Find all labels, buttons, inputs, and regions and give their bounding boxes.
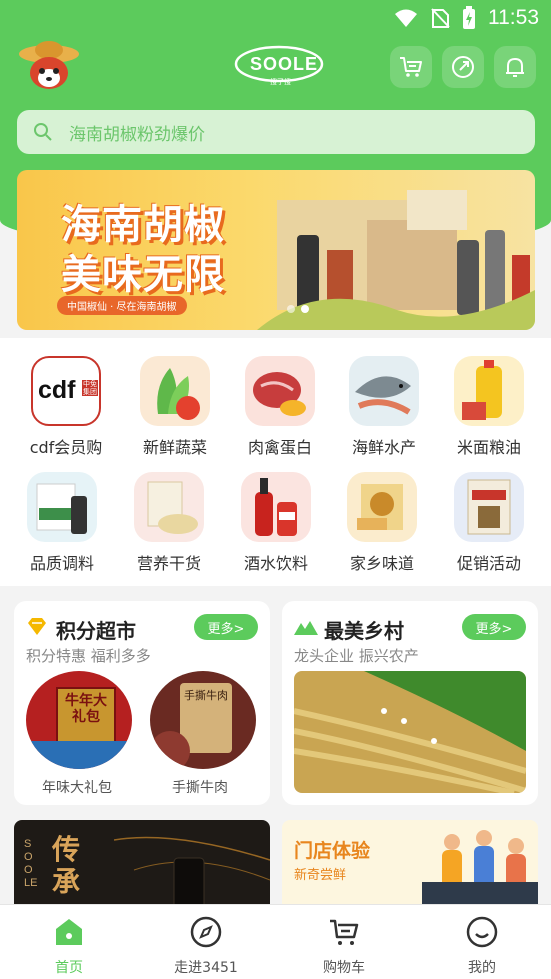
tab-label: 我的 (468, 960, 496, 976)
category-label: cdf会员购 (29, 438, 103, 457)
category-label: 肉禽蛋白 (247, 438, 312, 457)
vegetables-icon (140, 356, 210, 426)
village-title: 最美乡村 (324, 619, 404, 643)
diamond-icon (28, 618, 46, 635)
tab-home[interactable]: 首页 (19, 915, 119, 977)
promotion-icon (454, 472, 524, 542)
cdf-badge-text: 中免集团 (82, 380, 98, 396)
category-label: 米面粮油 (456, 438, 521, 457)
category-dry-goods[interactable]: 营养干货 (117, 472, 221, 574)
search-placeholder: 海南胡椒粉劲爆价 (69, 124, 205, 145)
banner-title-line2: 美味无限 (61, 252, 225, 298)
tab-label: 走进3451 (174, 960, 238, 976)
village-card[interactable]: 最美乡村 更多> 龙头企业 振兴农产 (282, 601, 538, 805)
category-label: 酒水饮料 (243, 554, 308, 573)
tab-label: 购物车 (323, 960, 365, 976)
category-label: 品质调料 (29, 554, 94, 573)
store-experience-card[interactable]: 门店体验 新奇尝鲜 (282, 820, 538, 910)
mountain-icon (294, 621, 318, 635)
rice-field-image[interactable] (294, 671, 526, 793)
category-grid: cdf 中免集团 cdf会员购 新鲜蔬菜 肉禽蛋白 海鲜水产 米面粮油 品质调料 (0, 338, 551, 586)
share-button[interactable] (442, 46, 484, 88)
gift-pack-label: 年味大礼包 (42, 780, 112, 796)
category-label: 新鲜蔬菜 (142, 438, 207, 457)
cart-icon (330, 919, 359, 945)
gift-pack-image-text: 牛年大礼包 (65, 693, 107, 725)
tab-label: 首页 (55, 960, 83, 976)
bottom-tab-bar: 首页 走进3451 购物车 我的 (0, 904, 551, 979)
search-input[interactable]: 海南胡椒粉劲爆价 (17, 110, 535, 154)
compass-icon (190, 916, 222, 948)
points-market-card[interactable]: 积分超市 更多> 积分特惠 福利多多 牛年大礼包 年味大礼包 手撕牛肉 手撕牛肉 (14, 601, 270, 805)
top-bar: SOOLE 搜了搜 (0, 40, 551, 96)
tab-profile[interactable]: 我的 (432, 915, 532, 977)
promo-banner[interactable]: 海南胡椒 美味无限 中国椒仙 · 尽在海南胡椒 (17, 170, 535, 330)
battery-icon (463, 6, 475, 29)
dry-goods-icon (134, 472, 204, 542)
heritage-bottle-image (114, 836, 270, 910)
wifi-icon (395, 9, 417, 27)
banner-tag: 中国椒仙 · 尽在海南胡椒 (57, 296, 187, 315)
bell-icon (506, 57, 524, 77)
tab-explore[interactable]: 走进3451 (156, 915, 256, 977)
category-label: 家乡味道 (349, 554, 414, 573)
banner-dot (287, 305, 295, 313)
notification-button[interactable] (494, 46, 536, 88)
tab-cart[interactable]: 购物车 (294, 915, 394, 977)
gift-pack-image[interactable]: 牛年大礼包 (26, 671, 132, 769)
banner-pagination (287, 305, 309, 313)
village-more-button[interactable]: 更多> (462, 614, 526, 640)
logo-text: SOOLE (250, 54, 319, 74)
store-card-subtitle: 新奇尝鲜 (294, 868, 347, 883)
seasoning-icon (27, 472, 97, 542)
points-market-more-button[interactable]: 更多> (194, 614, 258, 640)
heritage-card[interactable]: SOOLE 传承 (14, 820, 270, 910)
category-hometown-food[interactable]: 家乡味道 (330, 472, 434, 574)
category-meat[interactable]: 肉禽蛋白 (228, 356, 332, 458)
seafood-icon (349, 356, 419, 426)
meat-icon (245, 356, 315, 426)
cdf-logo-text: cdf (38, 376, 76, 404)
banner-dot-active (301, 305, 309, 313)
category-vegetables[interactable]: 新鲜蔬菜 (123, 356, 227, 458)
category-drinks[interactable]: 酒水饮料 (224, 472, 328, 574)
village-subtitle: 龙头企业 振兴农产 (294, 647, 419, 665)
category-grain-oil[interactable]: 米面粮油 (437, 356, 541, 458)
points-market-subtitle: 积分特惠 福利多多 (26, 647, 151, 665)
points-market-title: 积分超市 (56, 619, 136, 643)
beef-jerky-label: 手撕牛肉 (172, 780, 228, 796)
hometown-food-icon (347, 472, 417, 542)
beef-jerky-image-text: 手撕牛肉 (184, 689, 228, 702)
category-seasoning[interactable]: 品质调料 (10, 472, 114, 574)
no-sim-icon (431, 8, 450, 28)
category-promotion[interactable]: 促销活动 (437, 472, 541, 574)
heritage-side-text: SOOLE (24, 838, 38, 889)
category-cdf[interactable]: cdf 中免集团 cdf会员购 (14, 356, 118, 458)
drinks-icon (241, 472, 311, 542)
heritage-title: 传承 (52, 833, 81, 898)
people-illustration-image (422, 830, 538, 910)
share-icon (452, 56, 474, 78)
category-label: 促销活动 (456, 554, 521, 573)
cart-button[interactable] (390, 46, 432, 88)
category-seafood[interactable]: 海鲜水产 (332, 356, 436, 458)
grain-oil-icon (454, 356, 524, 426)
status-time: 11:53 (488, 6, 539, 29)
smiley-icon (466, 916, 498, 948)
cdf-logo-icon: cdf 中免集团 (31, 356, 101, 426)
category-label: 海鲜水产 (351, 438, 416, 457)
status-bar: 11:53 (0, 0, 551, 38)
search-icon (34, 123, 52, 141)
cart-icon (400, 57, 422, 77)
panda-avatar-icon[interactable] (18, 40, 80, 90)
home-icon (56, 919, 82, 945)
logo-subtext: 搜了搜 (270, 78, 291, 86)
category-label: 营养干货 (136, 554, 201, 573)
store-card-title: 门店体验 (294, 840, 371, 862)
beef-jerky-image[interactable]: 手撕牛肉 (150, 671, 256, 769)
